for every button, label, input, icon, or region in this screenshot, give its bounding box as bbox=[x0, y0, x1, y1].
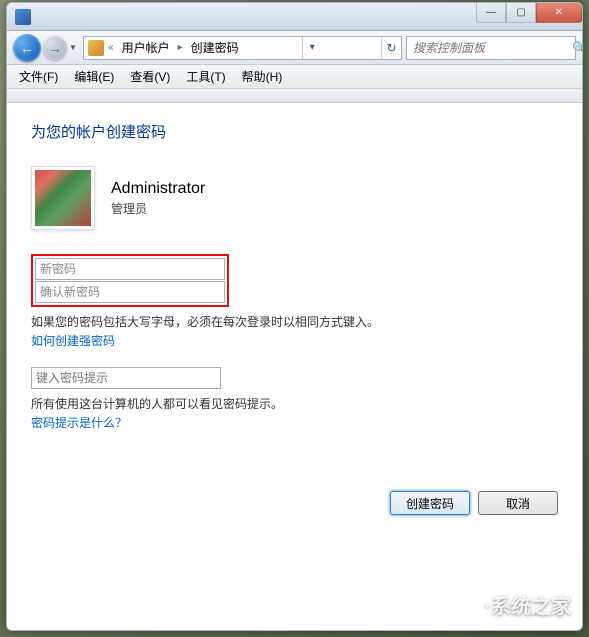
avatar bbox=[31, 166, 95, 230]
hint-block: 所有使用这台计算机的人都可以看见密码提示。 密码提示是什么？ bbox=[31, 367, 558, 431]
new-password-input[interactable] bbox=[35, 258, 225, 280]
maximize-button[interactable]: ▢ bbox=[506, 3, 536, 23]
address-dropdown[interactable]: ▾ bbox=[302, 37, 322, 59]
breadcrumb-root-sep: « bbox=[106, 42, 116, 53]
create-password-button[interactable]: 创建密码 bbox=[390, 491, 470, 515]
content-area: 为您的帐户创建密码 Administrator 管理员 如果您的密码包括大写字母… bbox=[7, 103, 582, 630]
back-button[interactable]: ← bbox=[13, 34, 41, 62]
password-fields-highlight bbox=[31, 254, 229, 307]
menubar: 文件(F) 编辑(E) 查看(V) 工具(T) 帮助(H) bbox=[7, 65, 582, 89]
titlebar: — ▢ ✕ bbox=[7, 3, 582, 31]
nav-buttons: ← → ▼ bbox=[13, 34, 79, 62]
search-icon[interactable]: 🔍 bbox=[572, 41, 583, 55]
cancel-button[interactable]: 取消 bbox=[478, 491, 558, 515]
nav-row: ← → ▼ « 用户帐户 ▸ 创建密码 ▾ ↻ 🔍 bbox=[7, 31, 582, 65]
menu-tools[interactable]: 工具(T) bbox=[178, 65, 233, 88]
menu-edit[interactable]: 编辑(E) bbox=[66, 65, 122, 88]
avatar-image bbox=[35, 170, 91, 226]
close-button[interactable]: ✕ bbox=[536, 3, 582, 23]
hint-note: 所有使用这台计算机的人都可以看见密码提示。 bbox=[31, 395, 558, 412]
watermark-text: ·系统之家 bbox=[484, 590, 571, 619]
search-input[interactable] bbox=[411, 40, 572, 56]
account-info: Administrator 管理员 bbox=[31, 166, 558, 230]
toolbar-strip bbox=[7, 89, 582, 103]
watermark: ·系统之家 bbox=[450, 590, 571, 619]
strong-password-link[interactable]: 如何创建强密码 bbox=[31, 332, 558, 349]
breadcrumb-sep: ▸ bbox=[176, 42, 185, 53]
hint-help-link[interactable]: 密码提示是什么？ bbox=[31, 414, 558, 431]
password-hint-input[interactable] bbox=[31, 367, 221, 389]
window-controls: — ▢ ✕ bbox=[476, 3, 582, 30]
account-type: 管理员 bbox=[111, 200, 205, 217]
user-accounts-icon bbox=[88, 40, 104, 56]
confirm-password-input[interactable] bbox=[35, 281, 225, 303]
page-title: 为您的帐户创建密码 bbox=[31, 121, 558, 142]
control-panel-icon bbox=[15, 9, 31, 25]
menu-view[interactable]: 查看(V) bbox=[122, 65, 178, 88]
account-name: Administrator bbox=[111, 180, 205, 198]
address-bar[interactable]: « 用户帐户 ▸ 创建密码 ▾ ↻ bbox=[83, 36, 402, 60]
breadcrumb-create-password[interactable]: 创建密码 bbox=[187, 39, 243, 56]
explorer-window: — ▢ ✕ ← → ▼ « 用户帐户 ▸ 创建密码 ▾ ↻ 🔍 文件(F) 编辑… bbox=[6, 2, 583, 631]
breadcrumb-user-accounts[interactable]: 用户帐户 bbox=[118, 39, 174, 56]
titlebar-left bbox=[15, 3, 31, 30]
refresh-button[interactable]: ↻ bbox=[381, 37, 401, 59]
minimize-button[interactable]: — bbox=[476, 3, 506, 23]
caps-note: 如果您的密码包括大写字母，必须在每次登录时以相同方式键入。 bbox=[31, 313, 558, 330]
watermark-house-icon bbox=[450, 591, 478, 619]
account-text: Administrator 管理员 bbox=[111, 180, 205, 217]
menu-file[interactable]: 文件(F) bbox=[11, 65, 66, 88]
button-row: 创建密码 取消 bbox=[31, 491, 558, 515]
search-bar[interactable]: 🔍 bbox=[406, 36, 576, 60]
menu-help[interactable]: 帮助(H) bbox=[234, 65, 291, 88]
forward-button[interactable]: → bbox=[43, 36, 67, 60]
history-dropdown[interactable]: ▼ bbox=[67, 39, 79, 57]
